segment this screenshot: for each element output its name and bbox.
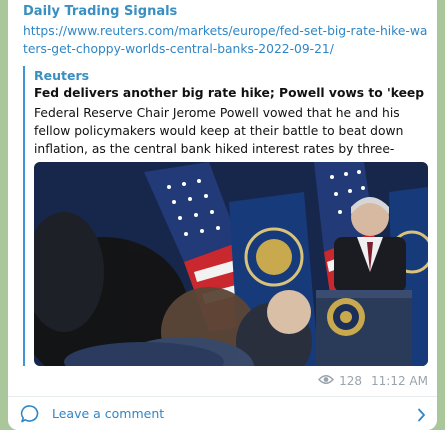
link-preview[interactable]: Reuters Fed delivers another big rate hi…: [23, 66, 429, 366]
message-time: 11:12 AM: [371, 374, 428, 388]
podium: [316, 290, 412, 366]
message-meta: 128 11:12 AM: [318, 374, 428, 388]
preview-headline: Fed delivers another big rate hike; Powe…: [34, 86, 429, 100]
leave-comment-label: Leave a comment: [52, 406, 165, 421]
message-link[interactable]: https://www.reuters.com/markets/europe/f…: [23, 22, 428, 58]
comment-bubble-icon: [20, 404, 40, 428]
preview-site-name: Reuters: [34, 68, 90, 83]
view-count: 128: [339, 374, 363, 388]
message-bubble: Daily Trading Signals https://www.reuter…: [8, 0, 437, 430]
chevron-right-icon: [417, 407, 426, 426]
preview-image[interactable]: [34, 162, 428, 366]
leave-comment-button[interactable]: Leave a comment: [8, 397, 437, 430]
preview-description: Federal Reserve Chair Jerome Powell vowe…: [34, 106, 404, 156]
eye-icon: [318, 374, 335, 388]
channel-name[interactable]: Daily Trading Signals: [23, 4, 177, 19]
